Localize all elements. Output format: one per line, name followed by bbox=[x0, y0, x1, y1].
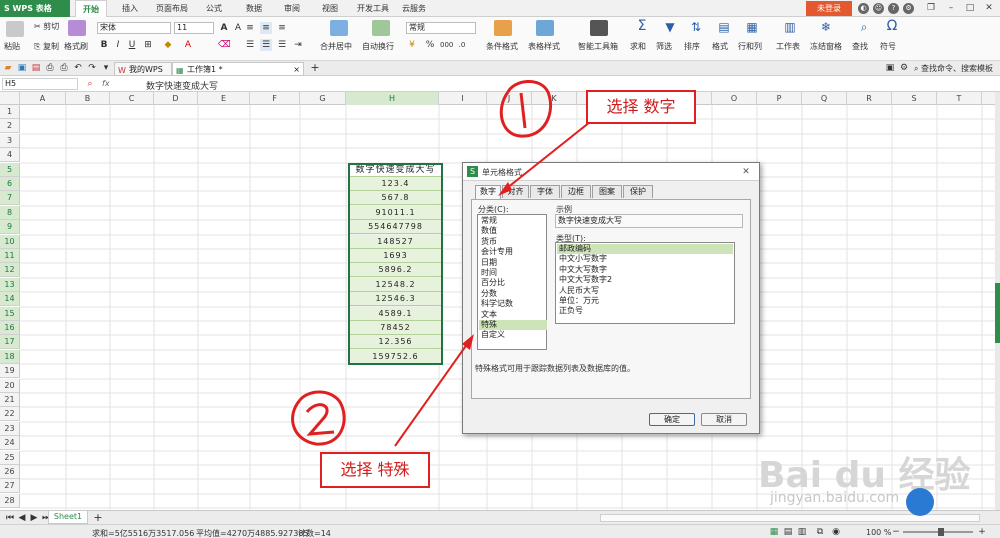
step2-circle bbox=[291, 390, 346, 446]
arrow-to-special bbox=[394, 339, 471, 447]
annotation-select-special: 选择 特殊 bbox=[320, 452, 430, 488]
spreadsheet-app: S WPS 表格 开始 插入 页面布局 公式 数据 审阅 视图 开发工具 云服务… bbox=[0, 0, 1000, 538]
step1-digit bbox=[519, 92, 527, 129]
annotation-select-number: 选择 数字 bbox=[586, 90, 696, 124]
arrow-head-1 bbox=[498, 182, 512, 196]
step1-circle bbox=[499, 80, 553, 138]
baidu-watermark-url: jingyan.baidu.com bbox=[770, 490, 900, 506]
floating-action-icon[interactable] bbox=[906, 488, 934, 516]
step2-digit bbox=[305, 403, 335, 436]
arrow-to-number-tab bbox=[501, 121, 591, 193]
